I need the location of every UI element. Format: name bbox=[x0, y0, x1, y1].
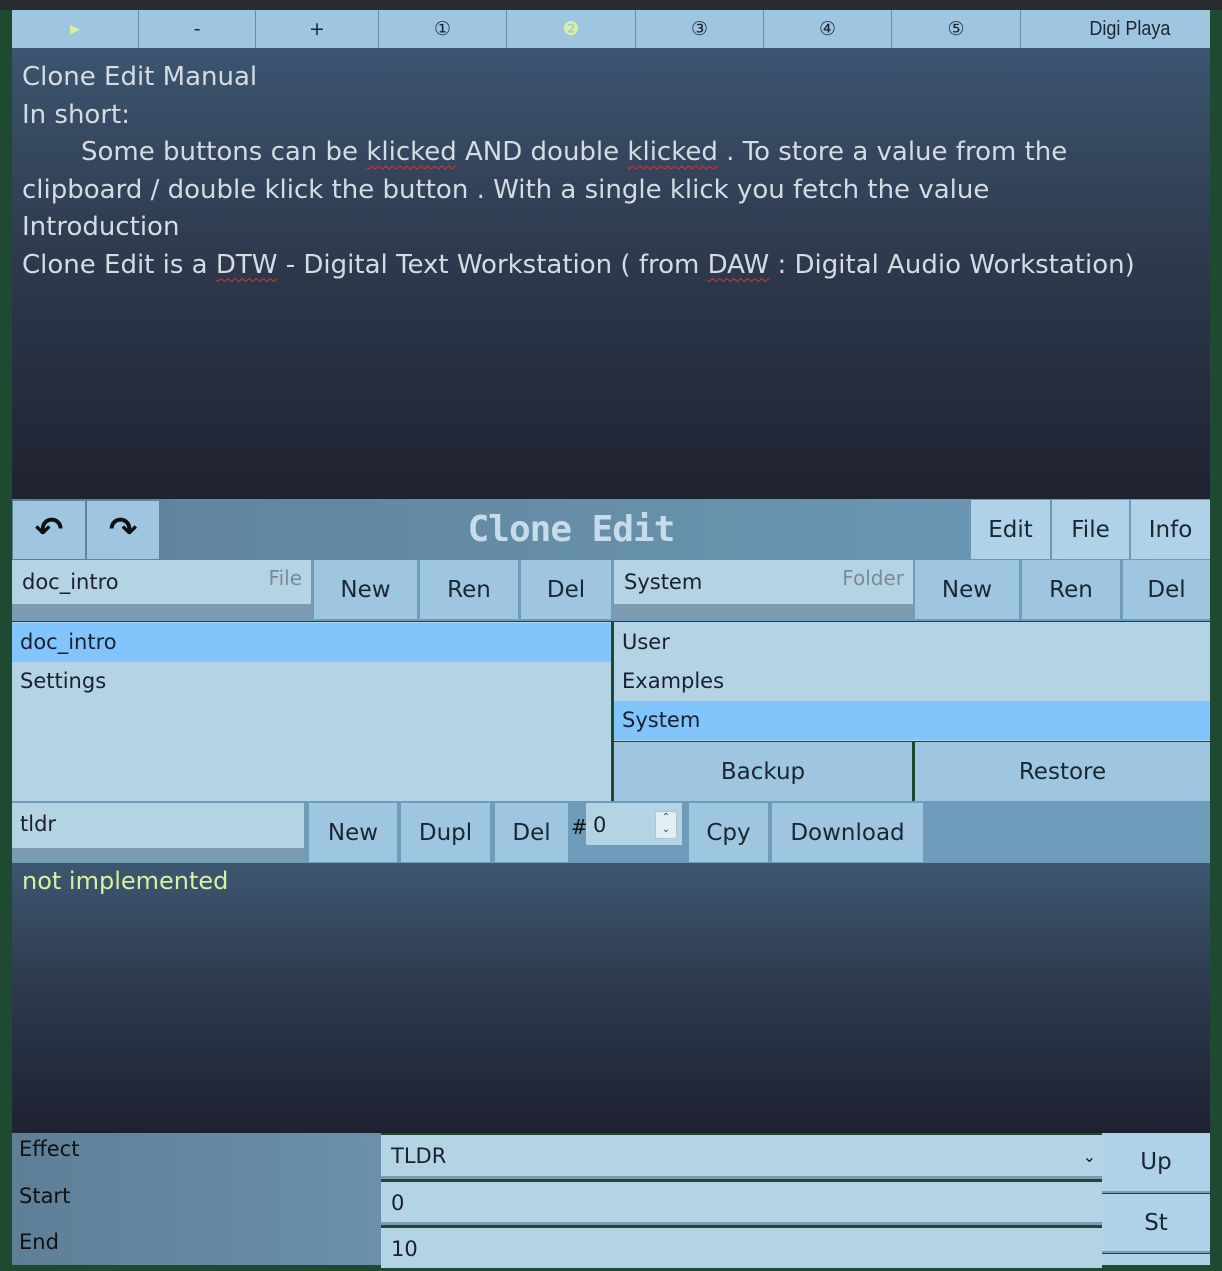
minus-button[interactable]: - bbox=[139, 10, 256, 48]
app-title-bar: Clone Edit ↶ ↷ Edit File Info bbox=[12, 499, 1210, 560]
file-rename-button[interactable]: Ren bbox=[420, 560, 518, 619]
clone-name-input[interactable]: tldr bbox=[12, 803, 304, 861]
menu-info[interactable]: Info bbox=[1131, 500, 1210, 559]
redo-button[interactable]: ↷ bbox=[87, 501, 159, 559]
effect-select[interactable]: TLDR ⌄ bbox=[381, 1135, 1102, 1179]
manual-text-area[interactable]: Clone Edit Manual In short: Some buttons… bbox=[12, 48, 1210, 499]
top-toolbar: ▶ - + ① ❷ ③ ④ ⑤ Digi Playa bbox=[12, 10, 1210, 48]
window-left-border bbox=[0, 10, 12, 1265]
up-button[interactable]: Up bbox=[1102, 1133, 1210, 1193]
menu-edit[interactable]: Edit bbox=[971, 500, 1050, 559]
folder-rename-button[interactable]: Ren bbox=[1022, 560, 1120, 619]
manual-line: Introduction bbox=[22, 212, 180, 242]
next-side-button[interactable] bbox=[1102, 1254, 1210, 1265]
file-new-button[interactable]: New bbox=[314, 560, 417, 619]
clone-duplicate-button[interactable]: Dupl bbox=[401, 803, 490, 862]
folder-name-input[interactable]: System Folder bbox=[614, 560, 913, 618]
file-list: doc_intro Settings bbox=[12, 622, 611, 801]
folder-input-placeholder: Folder bbox=[842, 566, 904, 590]
folder-new-button[interactable]: New bbox=[915, 560, 1019, 619]
end-input[interactable]: 10 bbox=[381, 1228, 1102, 1268]
file-input-placeholder: File bbox=[268, 566, 302, 590]
file-list-item[interactable]: doc_intro bbox=[12, 623, 611, 662]
output-text: not implemented bbox=[22, 867, 229, 895]
clone-delete-button[interactable]: Del bbox=[495, 803, 568, 862]
manual-line: Some buttons can be klicked AND double k… bbox=[81, 137, 1068, 167]
slot-3-button[interactable]: ③ bbox=[636, 10, 764, 48]
output-area[interactable]: not implemented bbox=[12, 863, 1210, 1133]
folder-list-item[interactable]: System bbox=[614, 701, 1210, 740]
slot-2-button[interactable]: ❷ bbox=[507, 10, 636, 48]
window-top-border bbox=[0, 0, 1222, 10]
redo-icon: ↷ bbox=[108, 510, 138, 550]
manual-line: In short: bbox=[22, 99, 130, 130]
plus-button[interactable]: + bbox=[256, 10, 379, 48]
play-button[interactable]: ▶ bbox=[12, 10, 139, 48]
file-name-input[interactable]: doc_intro File bbox=[12, 560, 311, 618]
manual-line: clipboard / double klick the button . Wi… bbox=[22, 174, 990, 205]
effect-label: Effect bbox=[19, 1137, 80, 1161]
end-label: End bbox=[19, 1230, 59, 1254]
effect-labels-panel: Effect Start End bbox=[12, 1133, 381, 1265]
undo-button[interactable]: ↶ bbox=[13, 501, 85, 559]
manual-line: Clone Edit Manual bbox=[22, 62, 258, 92]
manual-line: Clone Edit is a DTW - Digital Text Works… bbox=[22, 249, 1135, 280]
app-title: Clone Edit bbox=[467, 509, 676, 550]
clone-new-button[interactable]: New bbox=[309, 803, 397, 862]
play-icon: ▶ bbox=[70, 21, 80, 37]
backup-button[interactable]: Backup bbox=[614, 742, 912, 801]
spinner-arrows-icon[interactable]: ⌃ ⌄ bbox=[655, 811, 677, 839]
file-delete-button[interactable]: Del bbox=[521, 560, 611, 619]
start-input[interactable]: 0 bbox=[381, 1182, 1102, 1225]
slot-5-button[interactable]: ⑤ bbox=[892, 10, 1021, 48]
slot-4-button[interactable]: ④ bbox=[764, 10, 892, 48]
download-button[interactable]: Download bbox=[772, 803, 923, 862]
window-right-border bbox=[1210, 10, 1222, 1265]
start-label: Start bbox=[19, 1184, 71, 1208]
menu-file[interactable]: File bbox=[1052, 500, 1129, 559]
app-name: Digi Playa bbox=[1089, 17, 1171, 40]
copy-button[interactable]: Cpy bbox=[689, 803, 768, 862]
restore-button[interactable]: Restore bbox=[915, 742, 1210, 801]
folder-list-item[interactable]: User bbox=[614, 623, 1210, 662]
st-button[interactable]: St bbox=[1102, 1194, 1210, 1253]
chevron-down-icon: ⌄ bbox=[1082, 1147, 1096, 1166]
folder-delete-button[interactable]: Del bbox=[1123, 560, 1210, 619]
folder-list: User Examples System bbox=[614, 622, 1210, 741]
folder-list-item[interactable]: Examples bbox=[614, 662, 1210, 701]
file-list-item[interactable]: Settings bbox=[12, 662, 611, 701]
slot-1-button[interactable]: ① bbox=[379, 10, 507, 48]
undo-icon: ↶ bbox=[34, 510, 64, 550]
clone-number-spinner[interactable]: 0 ⌃ ⌄ bbox=[586, 803, 682, 845]
